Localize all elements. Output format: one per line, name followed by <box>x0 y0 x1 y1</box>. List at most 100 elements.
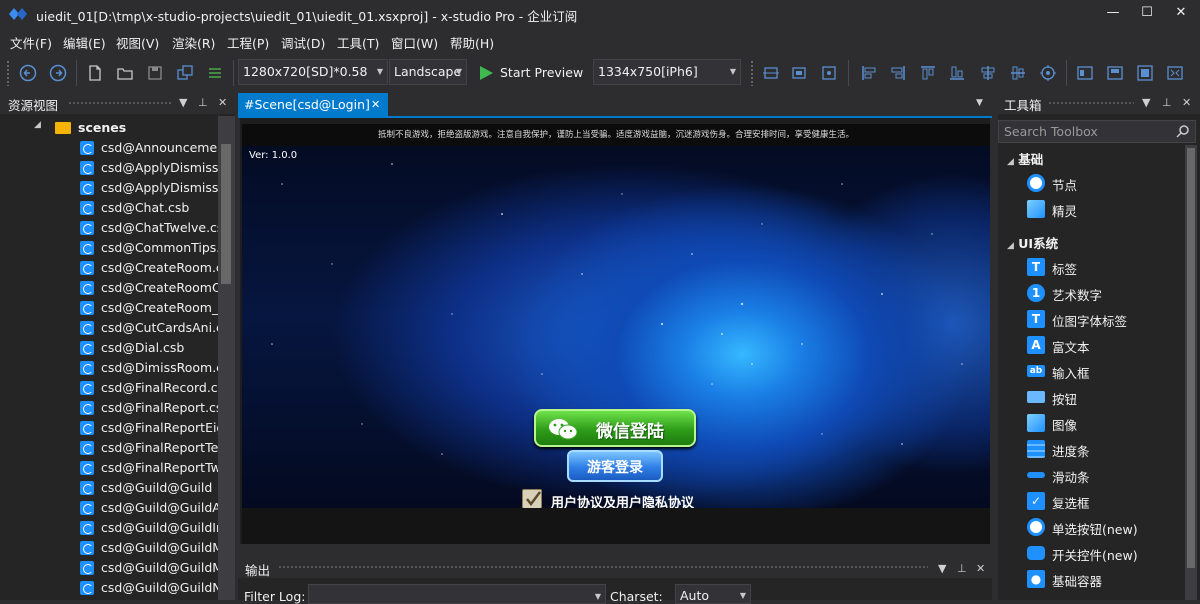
expand-triangle-icon[interactable]: ◢ <box>34 120 41 130</box>
tree-file[interactable]: csd@Guild@Guild <box>0 478 218 498</box>
align-vcenter-icon[interactable] <box>1009 64 1027 82</box>
menu-project[interactable]: 工程(P) <box>227 33 269 52</box>
folder-icon <box>55 122 71 134</box>
maximize-button[interactable]: ☐ <box>1130 0 1164 28</box>
new-file-icon[interactable] <box>86 64 104 82</box>
tree-file[interactable]: csd@ApplyDismissRoomEight <box>0 178 218 198</box>
tree-file[interactable]: csd@Guild@GuildInfo <box>0 518 218 538</box>
menu-help[interactable]: 帮助(H) <box>450 33 494 52</box>
text-label-icon: T <box>1027 258 1045 276</box>
tree-file[interactable]: csd@DimissRoom.csb <box>0 358 218 378</box>
tree-file[interactable]: csd@Dial.csb <box>0 338 218 358</box>
fit-screen-icon[interactable] <box>1166 64 1184 82</box>
tree-file[interactable]: csd@CutCardsAni.csb <box>0 318 218 338</box>
align-left-icon[interactable] <box>762 64 780 82</box>
tab-scene-login[interactable]: #Scene[csd@Login] ✕ <box>238 93 388 116</box>
open-folder-icon[interactable] <box>116 64 134 82</box>
minimize-button[interactable]: — <box>1096 0 1130 28</box>
tab-list-chevron-icon[interactable]: ▼ <box>976 98 983 108</box>
close-button[interactable]: ✕ <box>1164 0 1198 28</box>
orientation-select[interactable]: Landscape ▼ <box>389 59 467 85</box>
menu-render[interactable]: 渲染(R) <box>172 33 215 52</box>
save-all-icon[interactable] <box>176 64 194 82</box>
align-right-edge-icon[interactable] <box>889 64 907 82</box>
play-icon[interactable] <box>478 65 494 81</box>
file-label: csd@DimissRoom.csb <box>101 360 218 375</box>
tree-file[interactable]: csd@CreateRoom_S <box>0 298 218 318</box>
panel-close-icon[interactable]: ✕ <box>218 96 227 109</box>
align-bottom-icon[interactable] <box>948 64 966 82</box>
tree-file[interactable]: csd@FinalReportTen <box>0 438 218 458</box>
resolution-select[interactable]: 1280x720[SD]*0.58 ▼ <box>238 59 388 85</box>
tree-file[interactable]: csd@Guild@GuildMember <box>0 538 218 558</box>
toolbox-search-input[interactable]: Search Toolbox <box>998 120 1196 143</box>
toolbar-grip[interactable] <box>750 60 754 86</box>
agreement-checkbox[interactable] <box>522 489 542 509</box>
menu-file[interactable]: 文件(F) <box>10 33 52 52</box>
file-label: csd@Guild@GuildManager <box>101 560 218 575</box>
tree-file[interactable]: csd@FinalRecord.csb <box>0 378 218 398</box>
menu-debug[interactable]: 调试(D) <box>281 33 325 52</box>
tree-file[interactable]: csd@ChatTwelve.csb <box>0 218 218 238</box>
toolbar-grip[interactable] <box>6 60 10 86</box>
same-width-icon[interactable] <box>1076 64 1094 82</box>
item-label: 标签 <box>1052 262 1078 277</box>
device-select[interactable]: 1334x750[iPh6] ▼ <box>593 59 741 85</box>
menu-window[interactable]: 窗口(W) <box>391 33 438 52</box>
search-icon[interactable] <box>1176 124 1190 138</box>
tree-file[interactable]: csd@Chat.csb <box>0 198 218 218</box>
tree-folder-scenes[interactable]: ◢ scenes <box>0 118 218 138</box>
same-size-icon[interactable] <box>1136 64 1154 82</box>
save-icon[interactable] <box>146 64 164 82</box>
tab-close-icon[interactable]: ✕ <box>371 93 380 116</box>
item-label: 节点 <box>1052 178 1078 193</box>
pin-icon[interactable]: ⊥ <box>1162 96 1172 109</box>
forward-icon[interactable] <box>49 64 67 82</box>
pin-icon[interactable]: ⊥ <box>957 562 967 575</box>
tree-file[interactable]: csd@CreateRoomOne <box>0 278 218 298</box>
tree-file[interactable]: csd@Announcement <box>0 138 218 158</box>
menu-edit[interactable]: 编辑(E) <box>63 33 106 52</box>
panel-menu-icon[interactable]: ▼ <box>179 96 187 109</box>
back-icon[interactable] <box>19 64 37 82</box>
tree-file[interactable]: csd@FinalReport.csb <box>0 398 218 418</box>
pin-icon[interactable]: ⊥ <box>198 96 208 109</box>
tree-file[interactable]: csd@ApplyDismissRoom <box>0 158 218 178</box>
panel-menu-icon[interactable]: ▼ <box>1142 96 1150 109</box>
toolbox-category-ui[interactable]: ◢ UI系统 <box>1007 233 1058 252</box>
collapse-triangle-icon[interactable]: ◢ <box>1007 157 1014 167</box>
tree-file[interactable]: csd@CreateRoom.csb <box>0 258 218 278</box>
start-preview-button[interactable]: Start Preview <box>500 65 583 80</box>
panel-close-icon[interactable]: ✕ <box>1182 96 1191 109</box>
tree-file[interactable]: csd@Guild@GuildNotice <box>0 578 218 598</box>
layers-icon[interactable] <box>206 64 224 82</box>
scene-file-icon <box>80 381 94 395</box>
align-top-icon[interactable] <box>919 64 937 82</box>
anchor-target-icon[interactable] <box>1039 64 1057 82</box>
filter-log-select[interactable]: ▼ <box>308 584 606 604</box>
align-hcenter-icon[interactable] <box>979 64 997 82</box>
tree-file[interactable]: csd@FinalReportEight <box>0 418 218 438</box>
tree-file[interactable]: csd@CommonTips.csb <box>0 238 218 258</box>
menu-view[interactable]: 视图(V) <box>116 33 159 52</box>
tree-scrollbar-thumb[interactable] <box>221 144 231 284</box>
panel-close-icon[interactable]: ✕ <box>976 562 985 575</box>
toolbox-category-basic[interactable]: ◢ 基础 <box>1007 149 1043 168</box>
item-label: 图像 <box>1052 418 1078 433</box>
charset-select[interactable]: Auto ▼ <box>675 584 751 604</box>
same-height-icon[interactable] <box>1106 64 1124 82</box>
panel-menu-icon[interactable]: ▼ <box>938 562 946 575</box>
collapse-triangle-icon[interactable]: ◢ <box>1007 241 1014 251</box>
tree-file[interactable]: csd@Guild@GuildApply <box>0 498 218 518</box>
center-target-icon[interactable] <box>820 64 838 82</box>
tree-file[interactable]: csd@FinalReportTwelve <box>0 458 218 478</box>
file-label: csd@CreateRoom.csb <box>101 260 218 275</box>
tree-file[interactable]: csd@Guild@GuildManager <box>0 558 218 578</box>
file-label: csd@Guild@GuildApply <box>101 500 218 515</box>
toolbox-scrollbar-thumb[interactable] <box>1187 148 1195 568</box>
orientation-value: Landscape <box>394 64 462 79</box>
menu-tools[interactable]: 工具(T) <box>337 33 379 52</box>
align-left-edge-icon[interactable] <box>860 64 878 82</box>
align-center-icon[interactable] <box>790 64 808 82</box>
chevron-down-icon: ▼ <box>376 67 383 76</box>
